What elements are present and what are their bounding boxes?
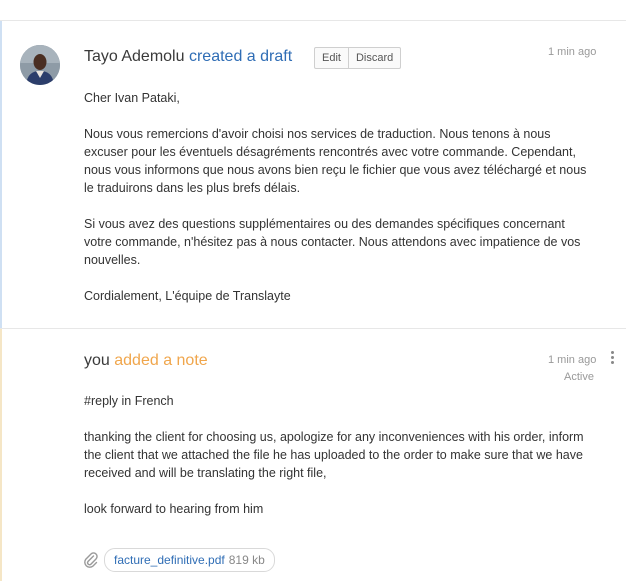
- edit-button[interactable]: Edit: [315, 48, 348, 68]
- note-paragraph: thanking the client for choosing us, apo…: [84, 430, 584, 480]
- attachment-filename[interactable]: facture_definitive.pdf: [114, 553, 225, 567]
- note-action: added a note: [114, 352, 208, 369]
- note-timestamp: 1 min ago: [548, 354, 597, 366]
- discard-button[interactable]: Discard: [349, 48, 400, 68]
- draft-paragraph: Si vous avez des questions supplémentair…: [84, 217, 581, 267]
- note-body: #reply in French thanking the client for…: [84, 392, 594, 518]
- draft-body: Cher Ivan Pataki, Nous vous remercions d…: [84, 89, 594, 305]
- draft-button-group: Edit Discard: [314, 47, 402, 69]
- note-status: Active: [564, 371, 594, 383]
- avatar[interactable]: [20, 45, 60, 85]
- note-hashtag: #reply in French: [84, 394, 174, 408]
- attachment-row: facture_definitive.pdf 819 kb: [82, 548, 275, 572]
- draft-accent-bar: [0, 21, 2, 328]
- draft-signature: Cordialement, L'équipe de Translayte: [84, 289, 291, 303]
- draft-timestamp: 1 min ago: [548, 46, 597, 58]
- draft-entry: Tayo Ademolu created a draft Edit Discar…: [0, 21, 626, 328]
- paperclip-icon: [84, 552, 98, 568]
- draft-author[interactable]: Tayo Ademolu: [84, 48, 185, 65]
- note-author[interactable]: you: [84, 352, 110, 369]
- draft-greeting: Cher Ivan Pataki,: [84, 91, 180, 105]
- draft-action: created a draft: [188, 48, 293, 65]
- note-paragraph: look forward to hearing from him: [84, 502, 264, 516]
- note-accent-bar: [0, 329, 2, 581]
- draft-header: Tayo Ademolu created a draft: [84, 48, 292, 66]
- attachment-chip[interactable]: facture_definitive.pdf 819 kb: [104, 548, 275, 572]
- note-header: you added a note: [84, 352, 208, 370]
- avatar-image: [20, 45, 60, 85]
- note-entry: you added a note 1 min ago Active #reply…: [0, 329, 626, 581]
- draft-paragraph: Nous vous remercions d'avoir choisi nos …: [84, 127, 587, 195]
- kebab-menu-icon[interactable]: [607, 351, 617, 367]
- attachment-size: 819 kb: [228, 553, 265, 567]
